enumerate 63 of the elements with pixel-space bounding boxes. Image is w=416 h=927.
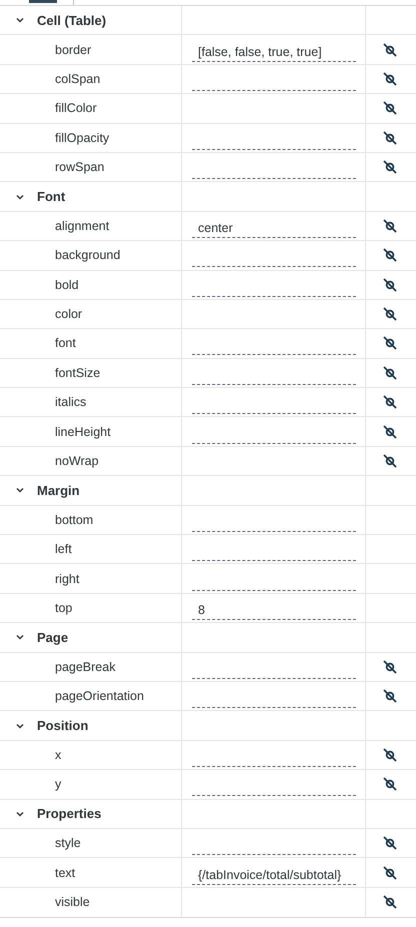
property-name: visible xyxy=(55,895,90,910)
property-name: fillColor xyxy=(55,101,97,116)
property-name: font xyxy=(55,336,76,350)
chain-link-icon[interactable] xyxy=(383,101,397,116)
chain-link-icon[interactable] xyxy=(383,160,397,174)
chain-link-icon[interactable] xyxy=(383,454,397,468)
chevron-down-icon[interactable] xyxy=(16,192,24,201)
property-name: pageBreak xyxy=(55,660,116,674)
property-name: colSpan xyxy=(55,72,100,86)
chain-link-icon[interactable] xyxy=(383,307,397,322)
property-name: style xyxy=(55,836,81,850)
property-name: top xyxy=(55,601,72,615)
property-name: left xyxy=(55,542,72,556)
chain-link-icon[interactable] xyxy=(383,748,397,762)
property-name: fontSize xyxy=(55,366,100,380)
chevron-down-icon[interactable] xyxy=(16,16,24,24)
group-title: Page xyxy=(37,630,68,645)
chain-link-icon[interactable] xyxy=(383,424,397,439)
property-name: rowSpan xyxy=(55,160,104,174)
chain-link-icon[interactable] xyxy=(383,395,397,410)
property-name: noWrap xyxy=(55,454,99,468)
input-field[interactable]: [false, false, true, true] xyxy=(192,44,356,62)
property-name: pageOrientation xyxy=(55,689,144,704)
chain-link-icon[interactable] xyxy=(383,836,397,850)
input-field[interactable]: center xyxy=(192,220,356,238)
property-name: italics xyxy=(55,395,86,410)
property-name: color xyxy=(55,307,82,322)
chevron-down-icon[interactable] xyxy=(16,633,24,642)
chain-link-icon[interactable] xyxy=(383,777,397,792)
property-name: text xyxy=(55,866,76,880)
group-title: Font xyxy=(37,189,66,204)
input-field[interactable]: 8 xyxy=(192,602,356,620)
chain-link-icon[interactable] xyxy=(383,866,397,880)
chain-link-icon[interactable] xyxy=(383,895,397,910)
property-name: right xyxy=(55,572,80,586)
property-name: lineHeight xyxy=(55,424,111,439)
property-name: alignment xyxy=(55,218,110,233)
tab-indicator xyxy=(29,0,57,3)
chain-link-icon[interactable] xyxy=(383,660,397,674)
property-name: bottom xyxy=(55,512,94,527)
chevron-down-icon[interactable] xyxy=(16,486,24,494)
input-field[interactable]: {/tabInvoice/total/subtotal} xyxy=(192,866,356,885)
property-name: x xyxy=(55,748,62,762)
chain-link-icon[interactable] xyxy=(383,336,397,350)
property-name: y xyxy=(55,777,62,792)
group-title: Position xyxy=(37,718,88,734)
chain-link-icon[interactable] xyxy=(383,72,397,86)
chevron-down-icon[interactable] xyxy=(16,810,24,818)
chain-link-icon[interactable] xyxy=(383,130,397,145)
property-name: border xyxy=(55,42,92,57)
property-name: bold xyxy=(55,278,79,292)
chain-link-icon[interactable] xyxy=(383,366,397,380)
property-name: background xyxy=(55,248,120,262)
chevron-down-icon[interactable] xyxy=(16,722,24,730)
chain-link-icon[interactable] xyxy=(383,218,397,233)
group-title: Cell (Table) xyxy=(37,12,106,28)
chain-link-icon[interactable] xyxy=(383,248,397,262)
chain-link-icon[interactable] xyxy=(383,42,397,57)
group-title: Margin xyxy=(37,482,80,498)
property-name: fillOpacity xyxy=(55,130,110,145)
chain-link-icon[interactable] xyxy=(383,689,397,704)
group-title: Properties xyxy=(37,806,102,822)
chain-link-icon[interactable] xyxy=(383,278,397,292)
